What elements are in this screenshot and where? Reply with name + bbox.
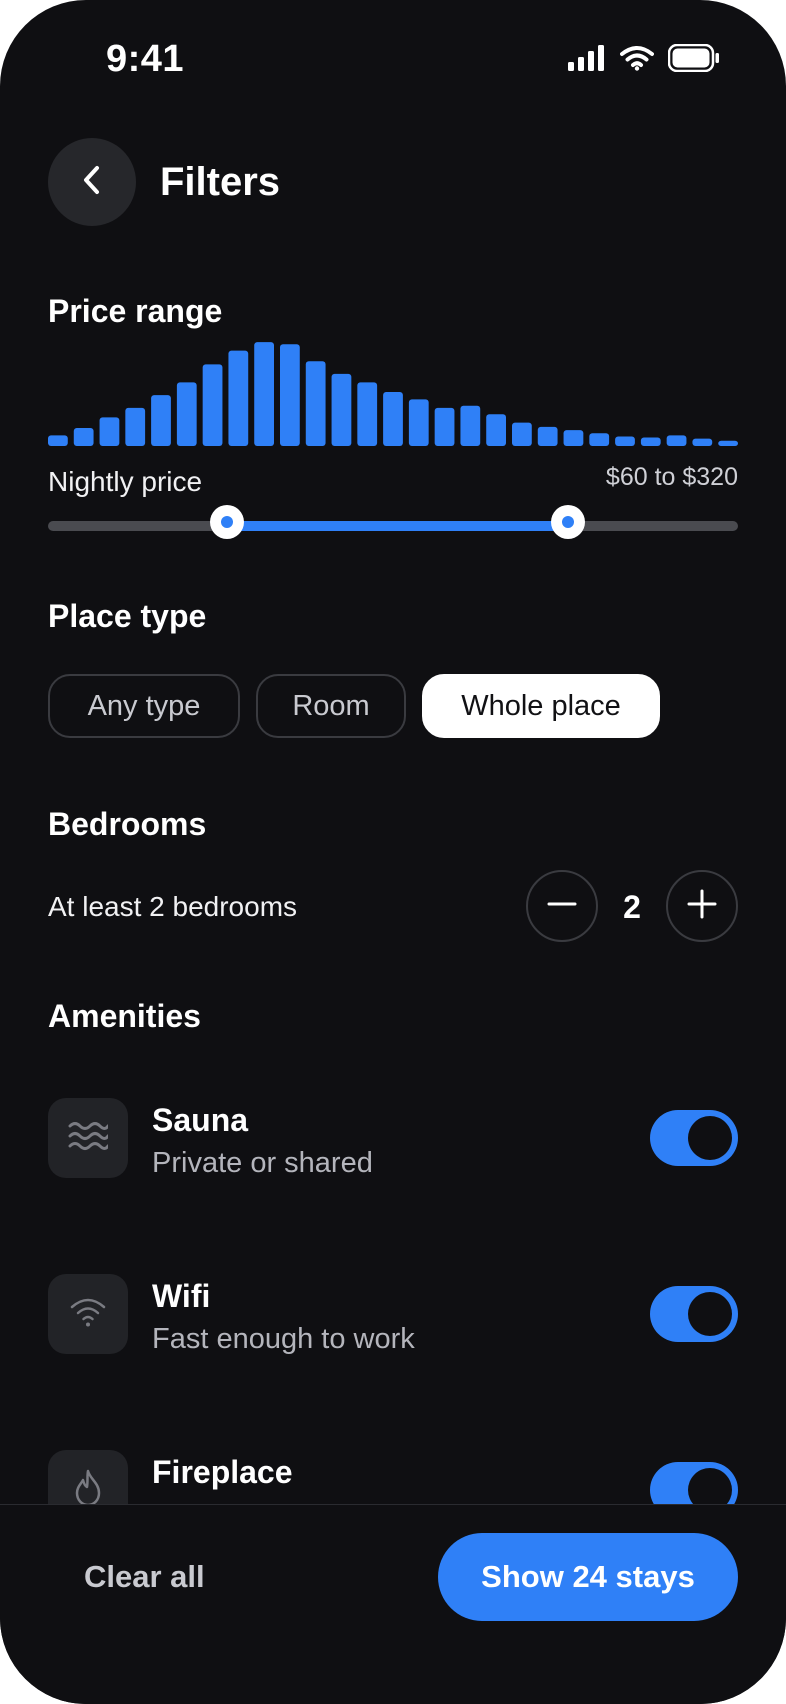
histogram-bar	[486, 414, 506, 446]
histogram-bar	[666, 435, 687, 446]
chip-whole-place[interactable]: Whole place	[422, 674, 660, 738]
decrease-bedrooms-button[interactable]	[526, 870, 598, 942]
place-type-chips: Any type Room Whole place	[48, 674, 660, 738]
histogram-bar	[537, 426, 558, 446]
histogram-bar	[305, 361, 326, 446]
histogram-bar	[357, 382, 378, 446]
wifi-icon	[69, 1296, 107, 1333]
chip-any-type[interactable]: Any type	[48, 674, 240, 738]
status-bar: 9:41	[0, 0, 786, 120]
histogram-bar	[254, 342, 274, 446]
histogram-bar	[202, 364, 223, 446]
bedrooms-title: Bedrooms	[48, 806, 207, 842]
show-stays-button[interactable]: Show 24 stays	[438, 1533, 738, 1621]
histogram-bar	[228, 350, 249, 446]
price-range-slider[interactable]	[48, 505, 738, 539]
status-icons	[568, 43, 720, 77]
histogram-bar	[125, 407, 146, 446]
phone-screen: 9:41 Filters Price range Nightly price $…	[0, 0, 786, 1704]
histogram-bar	[383, 391, 403, 446]
slider-min-handle[interactable]	[210, 505, 245, 539]
waves-icon	[68, 1120, 110, 1157]
slider-max-handle[interactable]	[550, 505, 585, 539]
place-type-title: Place type	[48, 598, 207, 634]
clear-all-button[interactable]: Clear all	[84, 1559, 205, 1595]
amenity-sauna-icon-box	[48, 1098, 128, 1178]
histogram-bar	[640, 437, 661, 446]
page-title: Filters	[160, 160, 281, 204]
amenity-wifi-description: Fast enough to work	[152, 1323, 415, 1355]
battery-icon	[667, 43, 720, 77]
histogram-bar	[331, 373, 352, 446]
histogram-bar	[280, 344, 300, 446]
plus-icon	[687, 889, 717, 924]
back-button[interactable]	[48, 138, 136, 226]
amenity-fireplace-name: Fireplace	[152, 1454, 293, 1490]
increase-bedrooms-button[interactable]	[666, 870, 738, 942]
chevron-left-icon	[80, 164, 104, 201]
price-range-title: Price range	[48, 293, 223, 329]
histogram-bar	[434, 407, 455, 446]
amenities-title: Amenities	[48, 998, 201, 1034]
signal-icon	[568, 44, 606, 76]
minus-icon	[547, 889, 577, 924]
histogram-bar	[151, 395, 171, 446]
histogram-bar	[176, 382, 197, 446]
amenity-sauna-name: Sauna	[152, 1102, 249, 1138]
nightly-price-label: Nightly price	[48, 466, 203, 497]
histogram-bar	[563, 430, 584, 446]
price-histogram	[48, 340, 738, 446]
amenity-sauna-description: Private or shared	[152, 1147, 373, 1179]
status-time: 9:41	[106, 38, 185, 80]
histogram-bar	[460, 405, 481, 446]
histogram-bar	[48, 435, 68, 446]
sauna-toggle[interactable]	[650, 1110, 738, 1166]
slider-selected-range	[227, 521, 568, 531]
histogram-bar	[718, 440, 738, 446]
amenity-wifi-icon-box	[48, 1274, 128, 1354]
price-range-value: $60 to $320	[605, 463, 738, 491]
wifi-icon	[620, 45, 654, 76]
histogram-bar	[99, 417, 120, 446]
histogram-bar	[512, 422, 532, 446]
histogram-bar	[589, 433, 610, 446]
histogram-bar	[615, 436, 635, 446]
histogram-bar	[692, 438, 713, 446]
wifi-toggle[interactable]	[650, 1286, 738, 1342]
bedrooms-count: 2	[623, 889, 641, 925]
chip-room[interactable]: Room	[256, 674, 406, 738]
bottom-action-bar: Clear all Show 24 stays	[0, 1504, 786, 1704]
bedrooms-label: At least 2 bedrooms	[48, 891, 298, 922]
amenity-wifi-name: Wifi	[152, 1278, 211, 1314]
histogram-bar	[408, 399, 429, 446]
histogram-bar	[73, 427, 94, 446]
